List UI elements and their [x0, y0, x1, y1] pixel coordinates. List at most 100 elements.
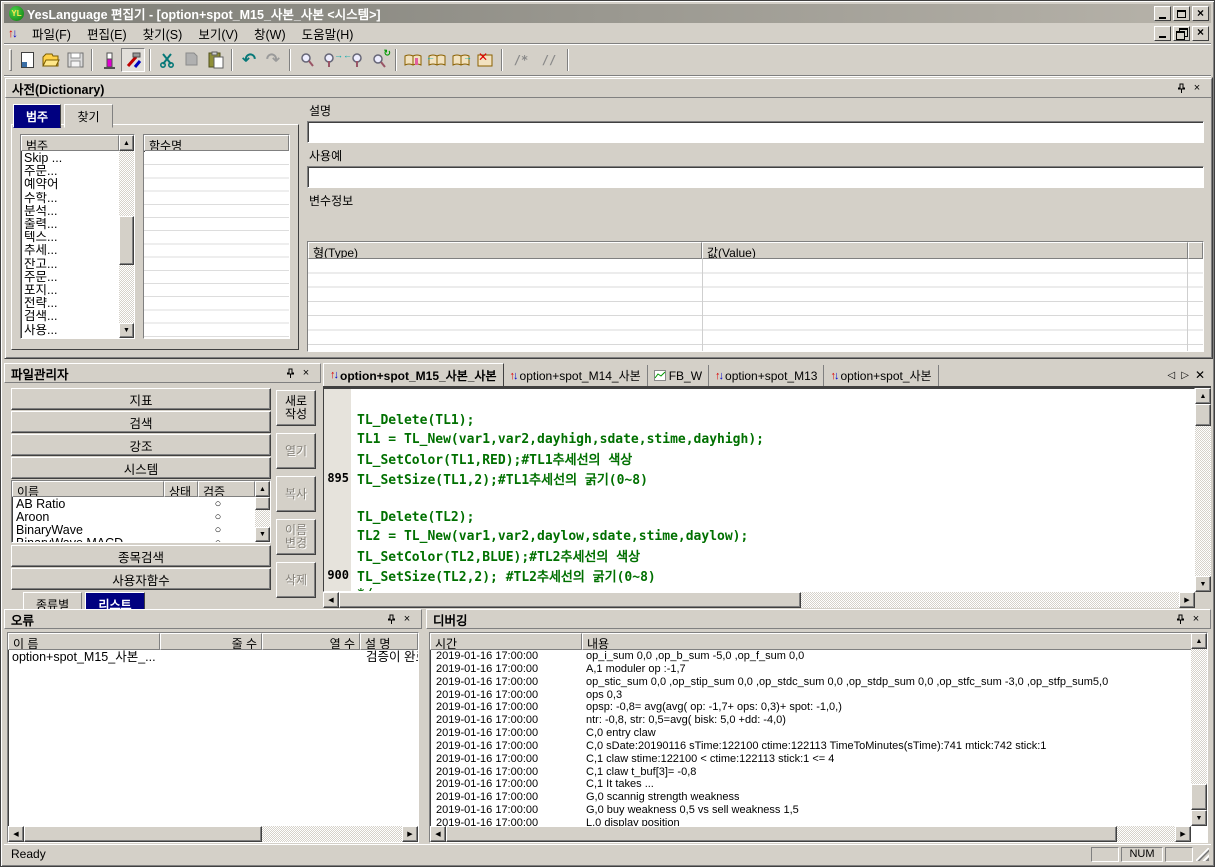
menu-window[interactable]: 창(W) [246, 22, 294, 45]
debug-row[interactable]: 2019-01-16 17:00:00 C,1 It takes ... [430, 778, 1191, 791]
pin-button[interactable] [282, 366, 298, 380]
editor-horizontal-scrollbar[interactable]: ◀ ▶ [323, 592, 1195, 608]
tab-scroll-right-button[interactable]: ▷ [1181, 370, 1189, 381]
editor-vertical-scrollbar[interactable]: ▲ ▼ [1195, 388, 1211, 592]
category-column-header[interactable]: 범주 [21, 135, 119, 151]
minimize-button[interactable] [1154, 6, 1171, 21]
file-row[interactable]: AB Ratio ○ [12, 498, 255, 511]
category-item[interactable]: 검색... [21, 310, 119, 323]
tab-close-button[interactable]: ✕ [1195, 368, 1205, 382]
cut-button[interactable] [155, 48, 179, 72]
pin-button[interactable] [1172, 612, 1188, 626]
side-button[interactable]: 복사 [276, 476, 316, 512]
category-button[interactable]: 검색 [11, 411, 271, 433]
resize-grip[interactable] [1196, 848, 1209, 861]
debug-col-content[interactable]: 내용 [582, 633, 1192, 650]
varinfo-col-type[interactable]: 형(Type) [308, 242, 702, 259]
debug-vertical-scrollbar[interactable]: ▲ ▼ [1191, 633, 1207, 826]
debug-row[interactable]: 2019-01-16 17:00:00 G,0 scannig strength… [430, 791, 1191, 804]
find-in-files-button[interactable]: ↻ [367, 48, 391, 72]
category-item[interactable]: 수학... [21, 192, 119, 205]
scroll-left-button[interactable]: ◀ [430, 826, 446, 842]
errors-close-button[interactable]: × [399, 612, 415, 626]
scroll-right-button[interactable]: ▶ [1175, 826, 1191, 842]
scrollbar-thumb[interactable] [446, 826, 1117, 842]
side-button[interactable]: 이름 변경 [276, 519, 316, 555]
debug-row[interactable]: 2019-01-16 17:00:00 L,0 display position [430, 817, 1191, 826]
category-item[interactable]: 사용... [21, 324, 119, 337]
debug-row[interactable]: 2019-01-16 17:00:00 op_stic_sum 0,0 ,op_… [430, 676, 1191, 689]
scrollbar-thumb[interactable] [255, 497, 270, 510]
scroll-up-button[interactable]: ▲ [119, 135, 134, 151]
file-row[interactable]: BinaryWave ○ [12, 524, 255, 537]
scrollbar-thumb[interactable] [24, 826, 262, 842]
debug-close-button[interactable]: × [1188, 612, 1204, 626]
paste-button[interactable] [203, 48, 227, 72]
side-button[interactable]: 삭제 [276, 562, 316, 598]
menu-help[interactable]: 도움말(H) [294, 22, 362, 45]
file-col-status[interactable]: 상태 [164, 481, 198, 497]
example-field[interactable] [307, 166, 1204, 188]
errors-col-desc[interactable]: 설 명 [360, 633, 418, 650]
pin-button[interactable] [1173, 81, 1189, 95]
debug-horizontal-scrollbar[interactable]: ◀ ▶ [430, 826, 1191, 842]
editor-tab[interactable]: ↑↓ option+spot_M13 [709, 365, 824, 386]
maximize-button[interactable] [1173, 6, 1190, 21]
scroll-down-button[interactable]: ▼ [1195, 576, 1211, 592]
category-item[interactable]: 분석... [21, 205, 119, 218]
scroll-right-button[interactable]: ▶ [1179, 592, 1195, 608]
open-file-button[interactable] [39, 48, 63, 72]
side-button[interactable]: 새로 작성 [276, 390, 316, 426]
file-row[interactable]: Aroon ○ [12, 511, 255, 524]
category-item[interactable]: 텍스... [21, 231, 119, 244]
tab-scroll-left-button[interactable]: ◁ [1168, 370, 1176, 381]
menu-view[interactable]: 보기(V) [190, 22, 246, 45]
mdi-restore-button[interactable] [1173, 26, 1190, 41]
category-item[interactable]: 주문... [21, 271, 119, 284]
clear-bookmarks-button[interactable]: ✕ [473, 48, 497, 72]
scrollbar-thumb[interactable] [119, 216, 134, 264]
category-button[interactable]: 시스템 [11, 457, 271, 479]
category-item[interactable]: 출력... [21, 218, 119, 231]
tools-button[interactable] [121, 48, 145, 72]
description-field[interactable] [307, 121, 1204, 143]
scroll-down-button[interactable]: ▼ [255, 527, 270, 542]
category-item[interactable]: 잔고... [21, 258, 119, 271]
file-col-verify[interactable]: 검증 [198, 481, 255, 497]
debug-row[interactable]: 2019-01-16 17:00:00 A,1 moduler op :-1,7 [430, 663, 1191, 676]
dictionary-close-button[interactable]: × [1189, 81, 1205, 95]
debug-row[interactable]: 2019-01-16 17:00:00 C,1 claw stime:12210… [430, 753, 1191, 766]
code-editor[interactable]: TL_Delete(TL1); TL1 = TL_New(var1,var2,d… [323, 388, 1195, 592]
category-item[interactable]: 전략... [21, 297, 119, 310]
close-button[interactable]: × [1192, 6, 1209, 21]
comment-line-button[interactable]: // [535, 48, 563, 72]
debug-row[interactable]: 2019-01-16 17:00:00 C,0 sDate:20190116 s… [430, 740, 1191, 753]
errors-col-line[interactable]: 줄 수 [160, 633, 262, 650]
side-button[interactable]: 열기 [276, 433, 316, 469]
scroll-left-button[interactable]: ◀ [323, 592, 339, 608]
category-item[interactable]: 예약어 [21, 178, 119, 191]
category-item[interactable]: 주문... [21, 165, 119, 178]
debug-row[interactable]: 2019-01-16 17:00:00 ntr: -0,8, str: 0,5=… [430, 714, 1191, 727]
editor-tab[interactable]: ↑↓ option+spot_M15_사본_사본 [323, 363, 504, 386]
user-function-button[interactable]: 사용자함수 [11, 568, 271, 590]
scroll-right-button[interactable]: ▶ [402, 826, 418, 842]
menu-find[interactable]: 찾기(S) [135, 22, 191, 45]
save-button[interactable] [63, 48, 87, 72]
redo-button[interactable]: ↷ [261, 48, 285, 72]
errors-horizontal-scrollbar[interactable]: ◀ ▶ [8, 826, 418, 842]
varinfo-body[interactable] [308, 259, 1203, 351]
verify-button[interactable] [97, 48, 121, 72]
debug-row[interactable]: 2019-01-16 17:00:00 C,0 entry claw [430, 727, 1191, 740]
debug-row[interactable]: 2019-01-16 17:00:00 op_i_sum 0,0 ,op_b_s… [430, 650, 1191, 663]
scroll-down-button[interactable]: ▼ [119, 323, 134, 338]
scroll-down-button[interactable]: ▼ [1191, 810, 1207, 826]
next-bookmark-button[interactable]: → [449, 48, 473, 72]
scrollbar-thumb[interactable] [339, 592, 801, 608]
undo-button[interactable]: ↶ [237, 48, 261, 72]
menu-edit[interactable]: 편집(E) [79, 22, 135, 45]
function-column-header[interactable]: 함수명 [144, 135, 289, 151]
file-list-scrollbar[interactable] [255, 497, 270, 527]
error-row[interactable]: option+spot_M15_사본_... 검증이 완료 [8, 650, 418, 665]
find-prev-button[interactable]: ← [343, 48, 367, 72]
